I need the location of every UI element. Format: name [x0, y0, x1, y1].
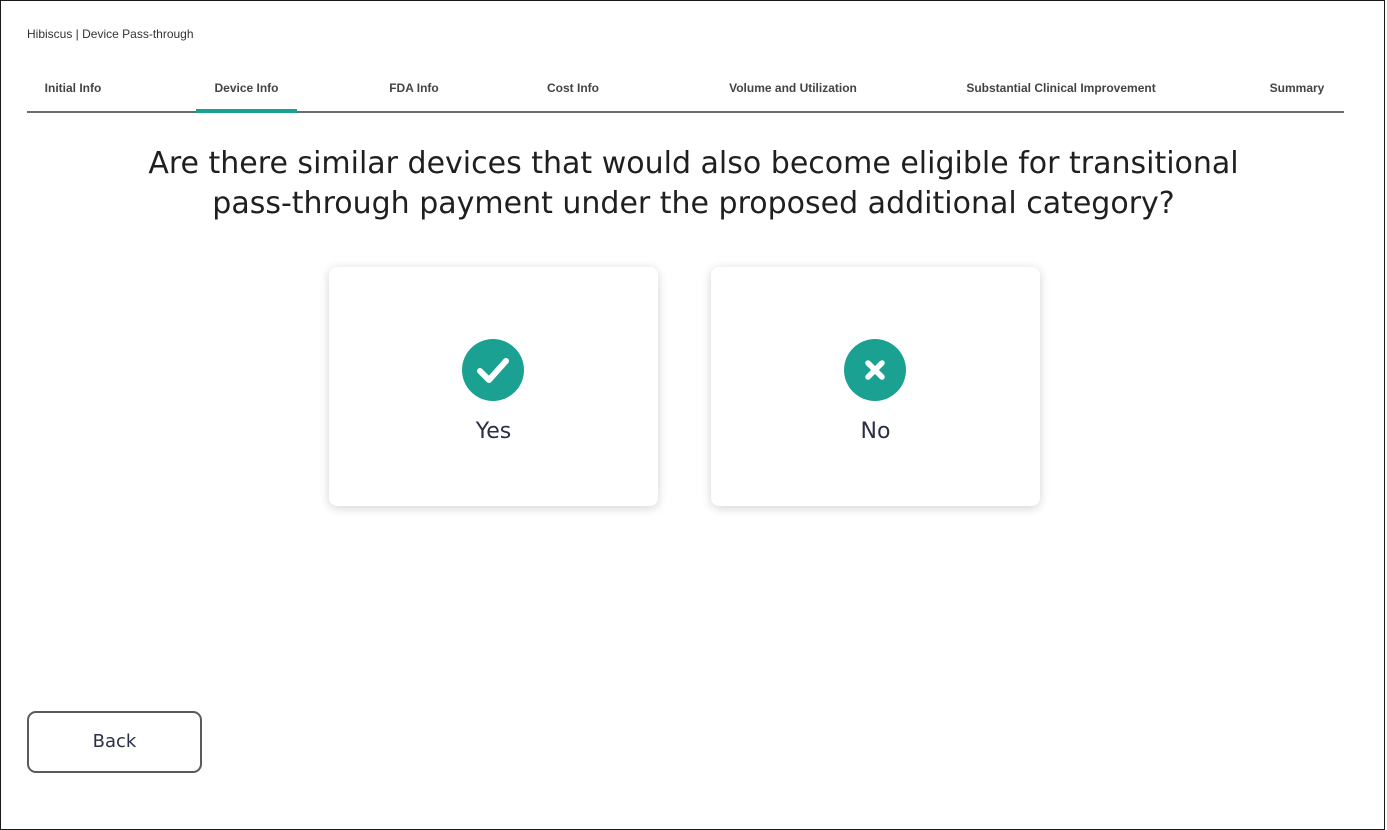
question-line-1: Are there similar devices that would als…: [148, 146, 1239, 181]
no-option-card[interactable]: No: [711, 267, 1040, 506]
app-window: Hibiscus | Device Pass-through Initial I…: [0, 0, 1385, 830]
step-tabs: Initial Info Device Info FDA Info Cost I…: [27, 69, 1344, 113]
tab-initial-info[interactable]: Initial Info: [27, 69, 119, 111]
tab-cost-info[interactable]: Cost Info: [533, 69, 613, 111]
x-circle-icon: [844, 339, 906, 401]
no-option-label: No: [860, 419, 891, 444]
tab-device-info[interactable]: Device Info: [196, 69, 297, 113]
tab-substantial-clinical-improvement[interactable]: Substantial Clinical Improvement: [947, 69, 1175, 111]
tab-label: Cost Info: [547, 81, 599, 95]
tab-label: FDA Info: [389, 81, 439, 95]
tab-label: Substantial Clinical Improvement: [966, 81, 1156, 95]
question-line-2: pass-through payment under the proposed …: [212, 186, 1175, 221]
tab-summary[interactable]: Summary: [1260, 69, 1334, 111]
question-heading: Are there similar devices that would als…: [1, 144, 1386, 224]
tab-label: Device Info: [214, 81, 279, 95]
tab-label: Volume and Utilization: [729, 81, 857, 95]
yes-option-label: Yes: [475, 419, 512, 444]
tab-volume-and-utilization[interactable]: Volume and Utilization: [698, 69, 888, 111]
app-title: Hibiscus | Device Pass-through: [27, 27, 194, 41]
yes-option-card[interactable]: Yes: [329, 267, 658, 506]
check-circle-icon: [462, 339, 524, 401]
back-button[interactable]: Back: [27, 711, 202, 773]
tab-label: Initial Info: [44, 81, 102, 95]
tab-label: Summary: [1269, 81, 1325, 95]
back-button-label: Back: [92, 731, 137, 752]
tab-fda-info[interactable]: FDA Info: [379, 69, 449, 111]
